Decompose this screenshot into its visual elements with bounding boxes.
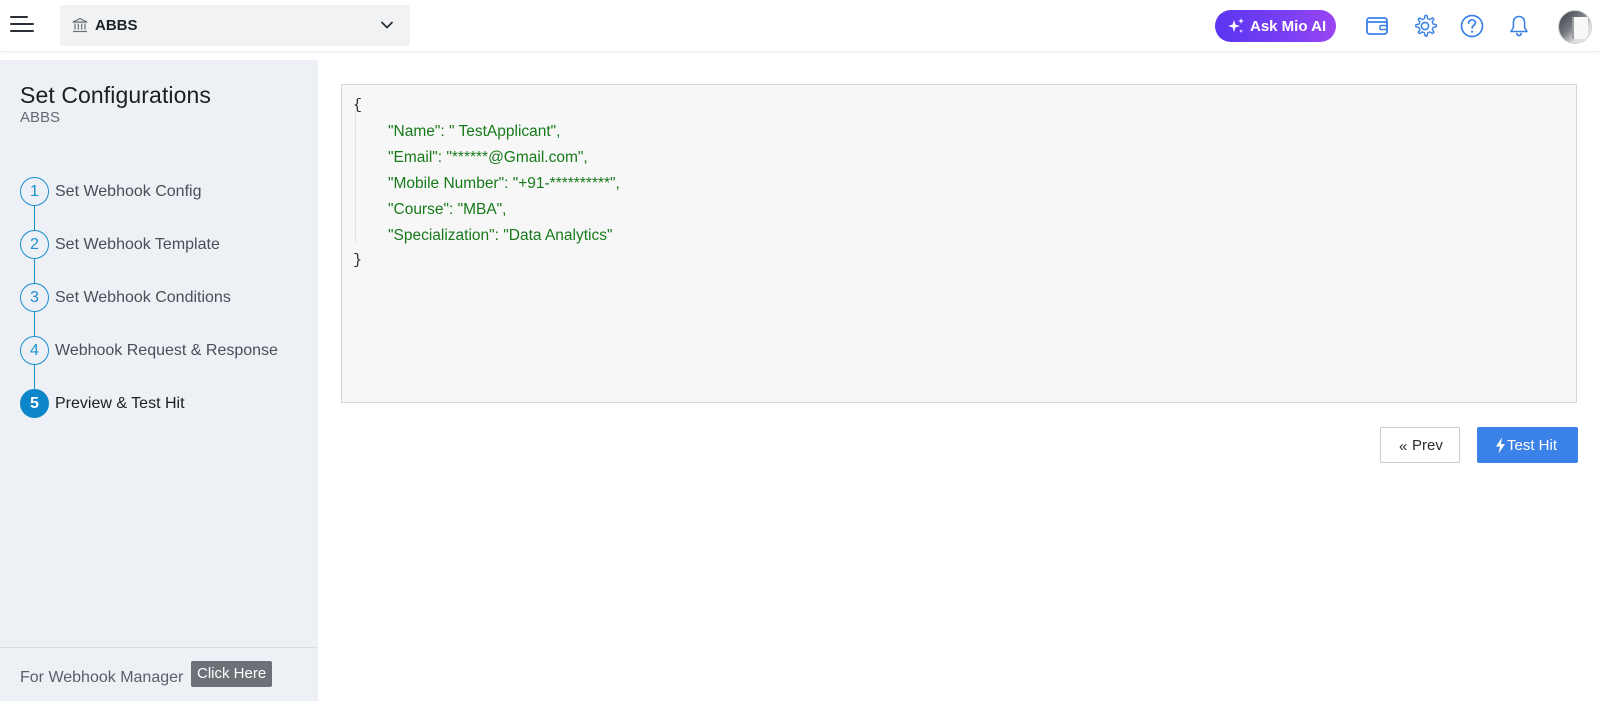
wallet-icon[interactable] xyxy=(1364,13,1390,39)
prev-label: Prev xyxy=(1412,437,1443,454)
lightning-icon xyxy=(1496,437,1505,454)
step-set-webhook-config[interactable]: 1 Set Webhook Config xyxy=(20,177,310,207)
ask-mio-ai-label: Ask Mio AI xyxy=(1250,18,1327,35)
click-here-button[interactable]: Click Here xyxy=(191,661,273,687)
step-set-webhook-template[interactable]: 2 Set Webhook Template xyxy=(20,230,310,260)
close-brace: } xyxy=(353,252,363,269)
step-number: 5 xyxy=(20,389,49,418)
gear-icon[interactable] xyxy=(1412,13,1438,39)
sidebar: Set Configurations ABBS 1 Set Webhook Co… xyxy=(0,60,318,701)
step-number: 1 xyxy=(20,177,49,206)
step-label: Preview & Test Hit xyxy=(55,395,185,412)
code-line: "Specialization": "Data Analytics" xyxy=(388,227,613,244)
step-label: Set Webhook Config xyxy=(55,183,202,200)
step-label: Webhook Request & Response xyxy=(55,342,278,359)
step-number: 3 xyxy=(20,283,49,312)
double-chevron-left-icon: « xyxy=(1399,438,1408,455)
step-connector xyxy=(34,259,35,283)
step-number: 4 xyxy=(20,336,49,365)
prev-button[interactable]: « Prev xyxy=(1380,427,1460,463)
step-label: Set Webhook Template xyxy=(55,236,220,253)
sparkle-icon xyxy=(1228,18,1244,33)
menu-icon[interactable] xyxy=(10,14,36,36)
webhook-manager-text: For Webhook Manager xyxy=(20,669,184,686)
organization-select[interactable]: ABBS xyxy=(60,5,410,46)
step-number: 2 xyxy=(20,230,49,259)
top-bar: ABBS Ask Mio AI xyxy=(0,0,1600,52)
help-icon[interactable] xyxy=(1459,13,1485,39)
step-connector xyxy=(34,312,35,336)
json-preview-panel[interactable]: { "Name": " TestApplicant", "Email": "**… xyxy=(341,84,1577,403)
bank-icon xyxy=(72,17,88,33)
test-hit-button[interactable]: Test Hit xyxy=(1477,427,1578,463)
step-connector xyxy=(34,206,35,230)
chevron-down-icon xyxy=(381,21,393,29)
code-line: "Email": "******@Gmail.com", xyxy=(388,149,588,166)
step-set-webhook-conditions[interactable]: 3 Set Webhook Conditions xyxy=(20,283,310,313)
step-preview-test-hit[interactable]: 5 Preview & Test Hit xyxy=(20,389,310,419)
code-line: "Name": " TestApplicant", xyxy=(388,123,561,140)
step-label: Set Webhook Conditions xyxy=(55,289,231,306)
code-line: "Mobile Number": "+91-**********", xyxy=(388,175,620,192)
step-webhook-request-response[interactable]: 4 Webhook Request & Response xyxy=(20,336,310,366)
ask-mio-ai-button[interactable]: Ask Mio AI xyxy=(1215,10,1336,42)
sidebar-footer: For Webhook Manager Click Here xyxy=(0,647,318,701)
step-connector xyxy=(34,365,35,389)
test-hit-label: Test Hit xyxy=(1507,437,1558,454)
sidebar-subtitle: ABBS xyxy=(20,109,61,126)
organization-name: ABBS xyxy=(95,17,138,34)
bell-icon[interactable] xyxy=(1506,13,1532,39)
indent-guide xyxy=(355,111,356,243)
user-avatar[interactable] xyxy=(1558,10,1592,44)
sidebar-title: Set Configurations xyxy=(20,82,212,108)
code-line: "Course": "MBA", xyxy=(388,201,507,218)
